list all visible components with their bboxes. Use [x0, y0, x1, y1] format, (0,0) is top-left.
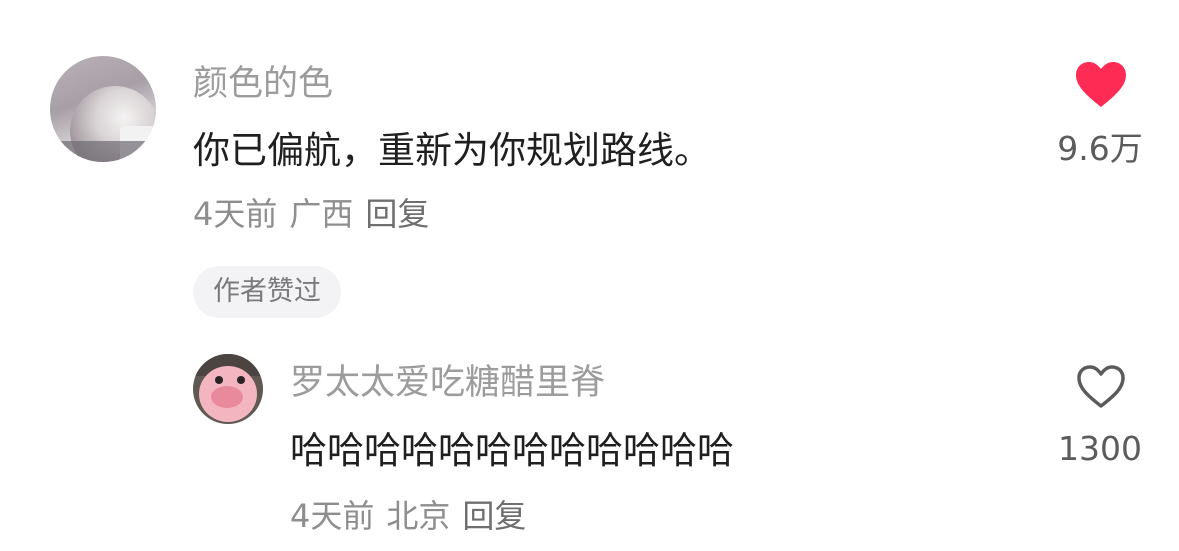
like-count: 9.6万	[1057, 129, 1143, 168]
heart-filled-icon	[1076, 62, 1126, 107]
reply-text[interactable]: 哈哈哈哈哈哈哈哈哈哈哈哈	[290, 428, 734, 474]
comment-location: 广西	[289, 195, 354, 233]
reply-location: 北京	[386, 497, 451, 535]
like-button[interactable]	[1074, 60, 1128, 110]
reply-avatar[interactable]	[193, 354, 263, 424]
like-count: 1300	[1058, 429, 1142, 468]
comment-text[interactable]: 你已偏航，重新为你规划路线。	[193, 128, 711, 174]
reply-username[interactable]: 罗太太爱吃糖醋里脊	[290, 361, 605, 405]
reply-meta: 4天前 北京 回复	[290, 495, 538, 537]
author-liked-badge: 作者赞过	[193, 266, 341, 318]
comment-avatar[interactable]	[50, 56, 156, 162]
comment-meta: 4天前 广西 回复	[193, 193, 441, 235]
like-button[interactable]	[1076, 364, 1126, 410]
reply-button[interactable]: 回复	[365, 195, 429, 233]
comment-username[interactable]: 颜色的色	[193, 62, 333, 106]
comment-time: 4天前	[193, 195, 278, 233]
reply-button[interactable]: 回复	[462, 497, 526, 535]
reply-time: 4天前	[290, 497, 375, 535]
heart-outline-icon	[1077, 365, 1125, 408]
